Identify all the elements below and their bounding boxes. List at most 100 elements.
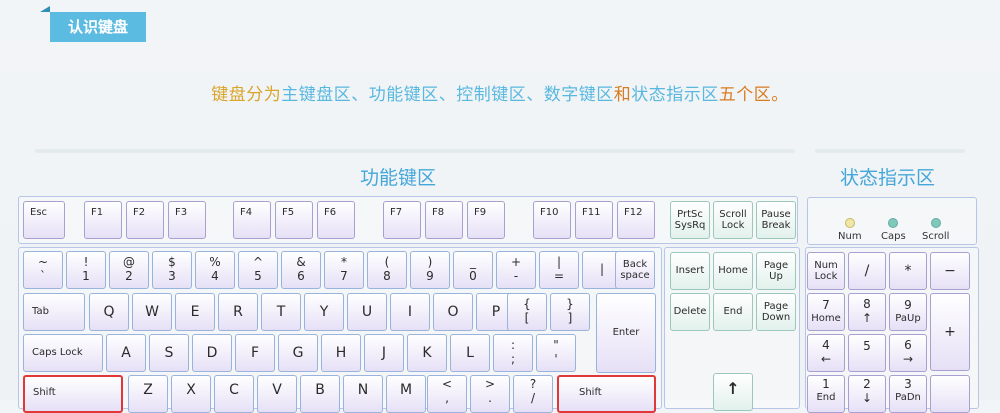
key-f[interactable]: F [235, 334, 275, 372]
key-6[interactable]: & 6 [281, 251, 321, 289]
key-end[interactable]: End [713, 293, 753, 331]
key-quote[interactable]: " ' [536, 334, 576, 372]
key-esc[interactable]: Esc [23, 201, 65, 239]
key-num-divide[interactable]: / [848, 252, 886, 290]
key-arrow-up[interactable]: ↑ [713, 373, 753, 411]
key-open-bracket[interactable]: {[ [507, 293, 547, 331]
key-num-enter[interactable] [930, 375, 970, 413]
key-a[interactable]: A [106, 334, 146, 372]
key-8[interactable]: (8 [367, 251, 407, 289]
key-num-8[interactable]: 8 ↑ [848, 293, 886, 331]
key-f11[interactable]: F11 [575, 201, 613, 239]
key-num-1[interactable]: 1 End [807, 375, 845, 413]
key-period-top: > [484, 377, 496, 391]
key-u[interactable]: U [347, 293, 387, 331]
key-3[interactable]: $3 [152, 251, 192, 289]
key-s[interactable]: S [149, 334, 189, 372]
key-equals[interactable]: | = [539, 251, 579, 289]
key-y[interactable]: Y [304, 293, 344, 331]
num-indicator: Num [838, 218, 862, 242]
key-z[interactable]: Z [128, 375, 168, 413]
key-delete[interactable]: Delete [670, 293, 710, 331]
key-num-minus[interactable]: − [930, 252, 970, 290]
key-i[interactable]: I [390, 293, 430, 331]
key-backspace-top: Back [622, 258, 648, 270]
key-semicolon[interactable]: :; [493, 334, 533, 372]
key-shift-left[interactable]: Shift [23, 375, 123, 413]
key-num-lock[interactable]: Num Lock [807, 252, 845, 290]
key-x[interactable]: X [171, 375, 211, 413]
key-r[interactable]: R [218, 293, 258, 331]
key-num-3[interactable]: 3 PaDn [889, 375, 927, 413]
caps-led-icon [888, 218, 899, 228]
key-slash[interactable]: ? / [513, 375, 553, 413]
key-f7[interactable]: F7 [383, 201, 421, 239]
key-period[interactable]: >. [470, 375, 510, 413]
key-g[interactable]: G [278, 334, 318, 372]
key-minus[interactable]: + - [496, 251, 536, 289]
key-f4[interactable]: F4 [233, 201, 271, 239]
key-num-plus[interactable]: + [930, 293, 970, 371]
key-scroll-lock[interactable]: Scroll Lock [713, 201, 753, 239]
key-backspace[interactable]: Back space [615, 251, 655, 289]
key-t[interactable]: T [261, 293, 301, 331]
key-f3[interactable]: F3 [168, 201, 206, 239]
key-close-bracket-bottom: ] [567, 311, 573, 325]
key-0[interactable]: _ 0 [453, 251, 493, 289]
key-h[interactable]: H [321, 334, 361, 372]
key-comma[interactable]: <, [427, 375, 467, 413]
key-num-9[interactable]: 9 PaUp [889, 293, 927, 331]
key-f10[interactable]: F10 [533, 201, 571, 239]
key-e[interactable]: E [175, 293, 215, 331]
key-b[interactable]: B [300, 375, 340, 413]
key-m[interactable]: M [386, 375, 426, 413]
key-close-bracket[interactable]: }] [550, 293, 590, 331]
key-k[interactable]: K [407, 334, 447, 372]
key-o[interactable]: O [433, 293, 473, 331]
key-backslash-glyph: | [599, 262, 605, 277]
key-page-up[interactable]: Page Up [756, 252, 796, 290]
key-num-5[interactable]: 5 [848, 334, 886, 372]
key-tilde[interactable]: ~ ` [23, 251, 63, 289]
key-4[interactable]: % 4 [195, 251, 235, 289]
key-prtsc[interactable]: PrtSc SysRq [670, 201, 710, 239]
key-q[interactable]: Q [89, 293, 129, 331]
key-8-bottom: 8 [383, 269, 391, 283]
key-n[interactable]: N [343, 375, 383, 413]
key-num-7[interactable]: 7 Home [807, 293, 845, 331]
key-1[interactable]: ! 1 [66, 251, 106, 289]
key-7[interactable]: * 7 [324, 251, 364, 289]
key-num-multiply[interactable]: * [889, 252, 927, 290]
key-tab[interactable]: Tab [23, 293, 85, 331]
key-num-2[interactable]: 2 ↓ [848, 375, 886, 413]
key-v[interactable]: V [257, 375, 297, 413]
key-num-4[interactable]: 4 ← [807, 334, 845, 372]
key-insert[interactable]: Insert [670, 252, 710, 290]
key-2[interactable]: @2 [109, 251, 149, 289]
key-num-6[interactable]: 6 → [889, 334, 927, 372]
key-c[interactable]: C [214, 375, 254, 413]
key-f12[interactable]: F12 [617, 201, 655, 239]
key-enter[interactable]: Enter [596, 293, 656, 373]
key-l[interactable]: L [450, 334, 490, 372]
key-w[interactable]: W [132, 293, 172, 331]
key-d[interactable]: D [192, 334, 232, 372]
key-f8[interactable]: F8 [425, 201, 463, 239]
key-backspace-bottom: space [620, 270, 650, 281]
key-f1[interactable]: F1 [84, 201, 122, 239]
key-f9[interactable]: F9 [467, 201, 505, 239]
key-pause[interactable]: Pause Break [756, 201, 796, 239]
key-num-6-bottom: → [902, 352, 914, 366]
key-4-top: % [209, 255, 221, 270]
key-f2[interactable]: F2 [126, 201, 164, 239]
key-9[interactable]: ) 9 [410, 251, 450, 289]
key-f5[interactable]: F5 [275, 201, 313, 239]
key-num-6-top: 6 [904, 338, 912, 353]
key-5[interactable]: ^ 5 [238, 251, 278, 289]
key-home[interactable]: Home [713, 252, 753, 290]
key-caps-lock[interactable]: Caps Lock [23, 334, 103, 372]
key-page-down[interactable]: Page Down [756, 293, 796, 331]
key-shift-right[interactable]: Shift [557, 375, 656, 413]
key-j[interactable]: J [364, 334, 404, 372]
key-f6[interactable]: F6 [317, 201, 355, 239]
